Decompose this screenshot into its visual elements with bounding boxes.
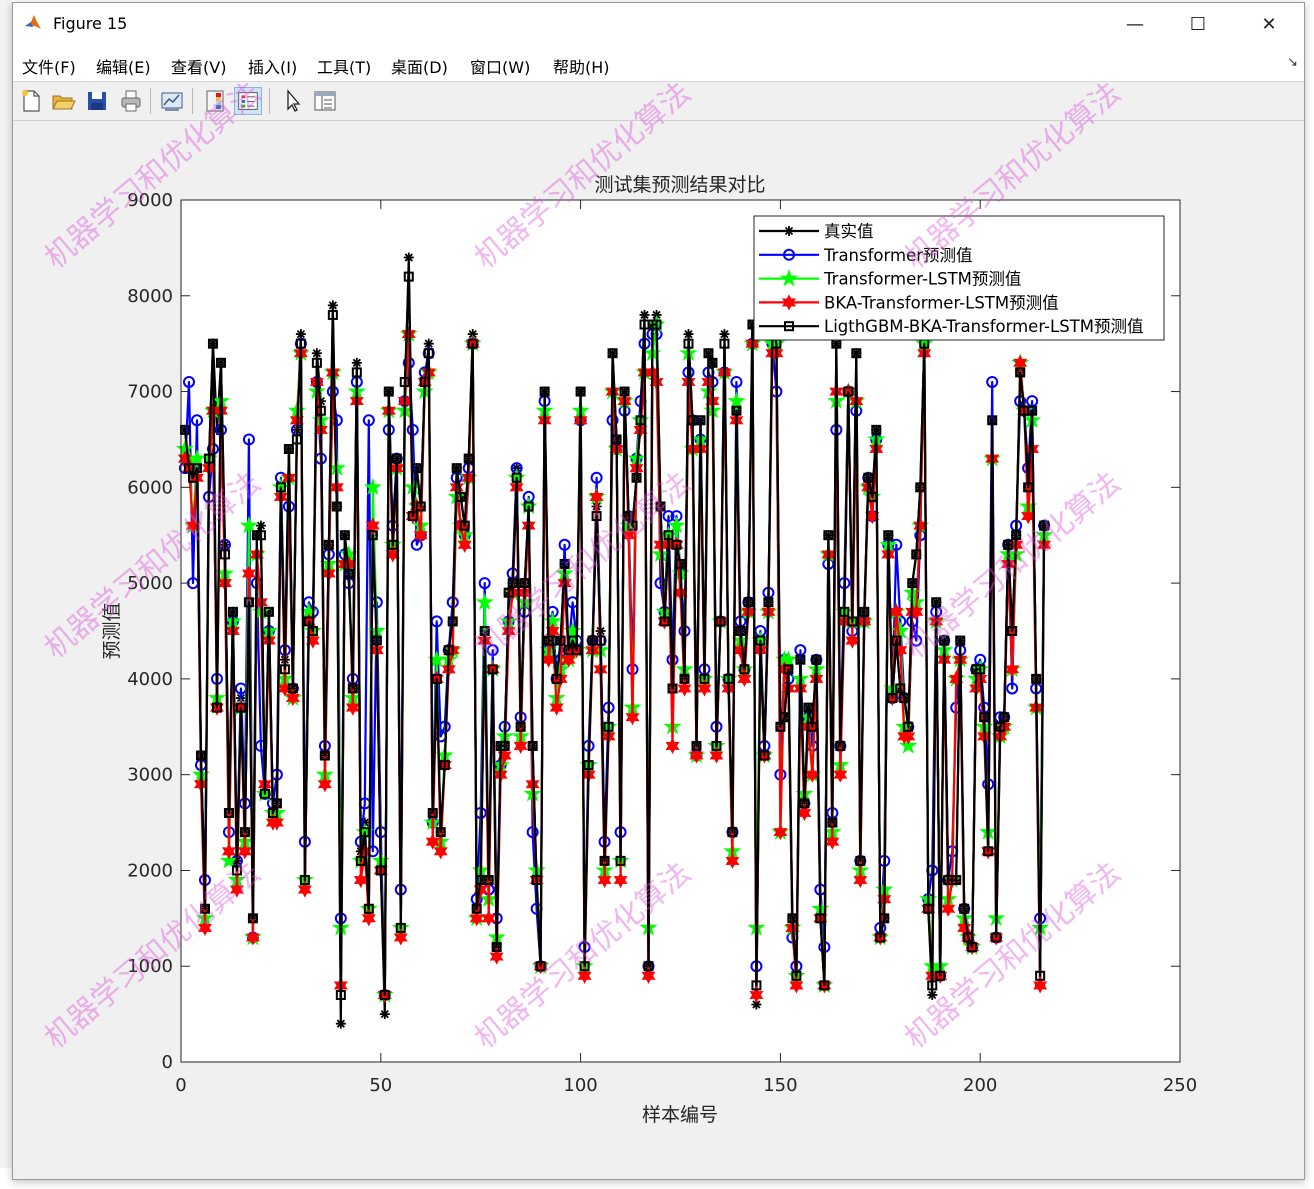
x-tick-label: 200	[963, 1075, 997, 1096]
data-point	[719, 329, 730, 340]
data-point	[639, 309, 650, 320]
legend-label: LigthGBM-BKA-Transformer-LSTM预测值	[824, 317, 1144, 336]
x-axis-label: 样本编号	[642, 1104, 718, 1126]
data-point	[683, 329, 694, 340]
plot-area: 0 50 100 150 200 250 0 1000 2000 3000 4000 5000 6000…	[13, 121, 1304, 1177]
legend-label: Transformer-LSTM预测值	[823, 270, 1021, 289]
data-point	[311, 348, 322, 359]
legend[interactable]: 真实值 Transformer预测值 Transformer-LSTM预测值 BKA-…	[753, 215, 1165, 341]
y-tick-label: 0	[162, 1052, 173, 1073]
y-tick-label: 3000	[127, 765, 173, 786]
data-point	[255, 520, 266, 531]
legend-label: BKA-Transformer-LSTM预测值	[824, 293, 1059, 312]
x-tick-label: 50	[369, 1075, 392, 1096]
figure-window: Figure 15 — ☐ ✕ 文件(F) 编辑(E) 查看(V) 插入(I) …	[12, 2, 1305, 1180]
data-point	[327, 300, 338, 311]
chart-title: 测试集预测结果对比	[594, 174, 765, 196]
data-point	[295, 329, 306, 340]
legend-marker	[784, 226, 794, 236]
y-tick-label: 6000	[127, 477, 173, 498]
x-tick-label: 0	[175, 1075, 186, 1096]
data-point	[351, 357, 362, 368]
y-tick-label: 4000	[127, 669, 173, 690]
prediction-chart[interactable]: 0 50 100 150 200 250 0 1000 2000 3000 4000 5000 6000…	[1, 1, 1314, 1189]
y-axis-label: 预测值	[101, 602, 123, 659]
y-tick-label: 2000	[127, 860, 173, 881]
y-tick-label: 1000	[127, 956, 173, 977]
y-tick-label: 5000	[127, 573, 173, 594]
data-point	[423, 338, 434, 349]
legend-label: 真实值	[824, 222, 874, 241]
x-tick-label: 250	[1163, 1075, 1197, 1096]
data-point	[927, 989, 938, 1000]
y-tick-label: 7000	[127, 382, 173, 403]
y-tick-label: 9000	[127, 190, 173, 211]
legend-label: Transformer预测值	[823, 246, 973, 265]
data-point	[335, 1018, 346, 1029]
y-tick-label: 8000	[127, 286, 173, 307]
x-tick-label: 150	[763, 1075, 797, 1096]
data-point	[403, 252, 414, 263]
data-point	[379, 1009, 390, 1020]
x-tick-label: 100	[563, 1075, 597, 1096]
